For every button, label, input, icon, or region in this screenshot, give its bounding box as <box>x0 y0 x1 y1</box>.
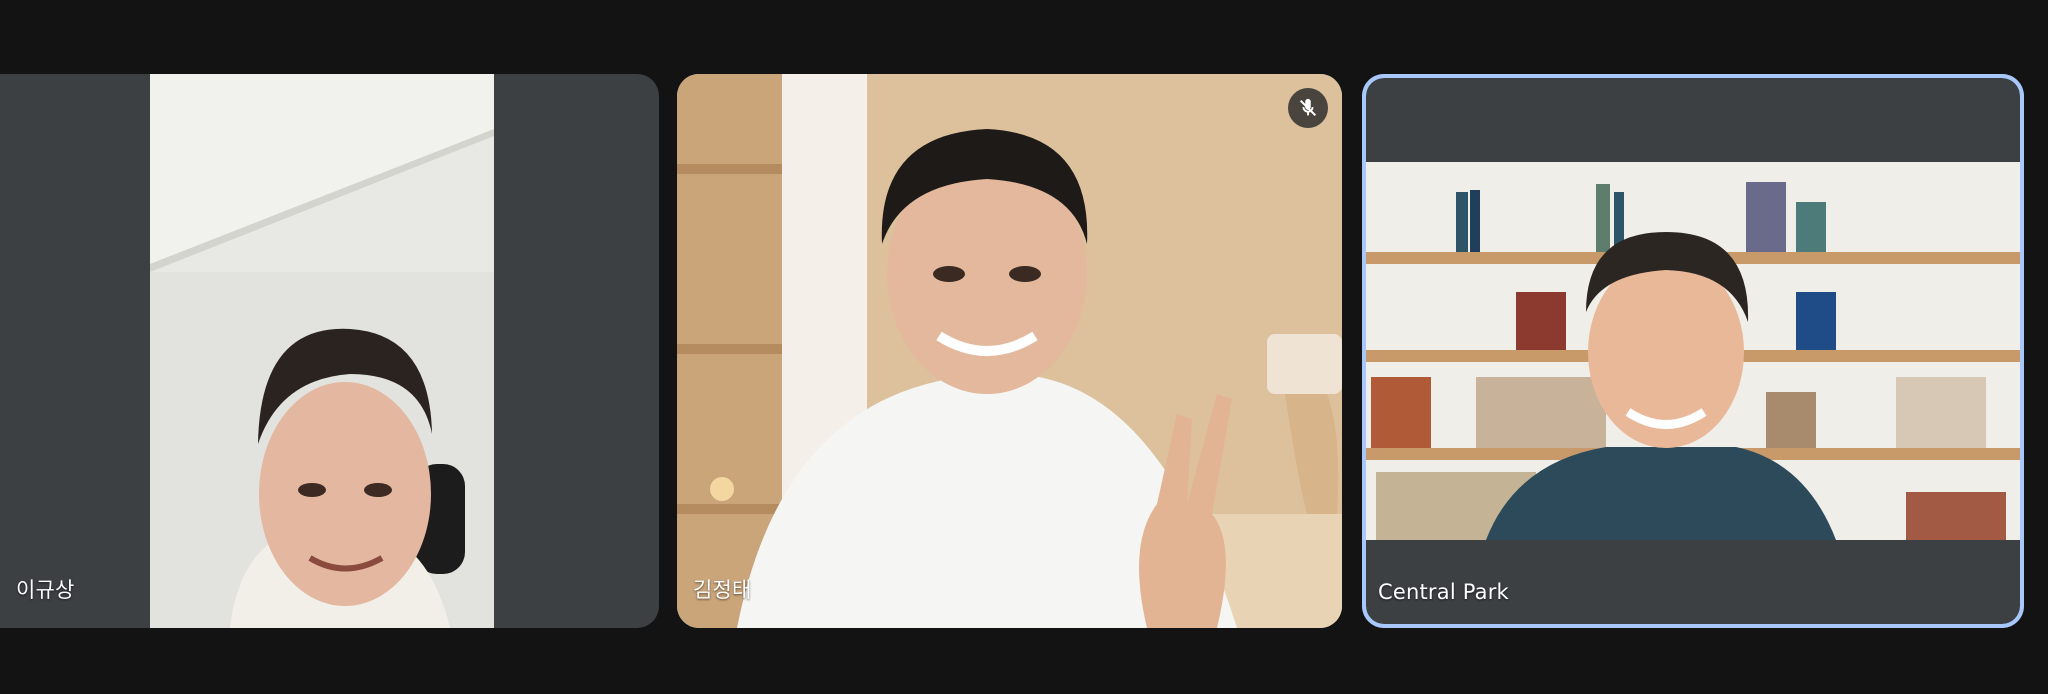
participant-video-2 <box>677 74 1342 628</box>
participant-video-3 <box>1366 162 2020 540</box>
participant-name: 이규상 <box>16 578 75 602</box>
participant-name: Central Park <box>1378 580 1509 604</box>
participant-tile-1[interactable]: 이규상 <box>0 74 659 628</box>
mic-off-icon <box>1299 98 1317 117</box>
participant-name: 김정태 <box>693 578 752 602</box>
mute-indicator <box>1288 88 1328 128</box>
participant-tile-2[interactable]: 김정태 <box>677 74 1342 628</box>
participant-video-1 <box>150 74 494 628</box>
participant-tile-3[interactable]: Central Park <box>1362 74 2024 628</box>
